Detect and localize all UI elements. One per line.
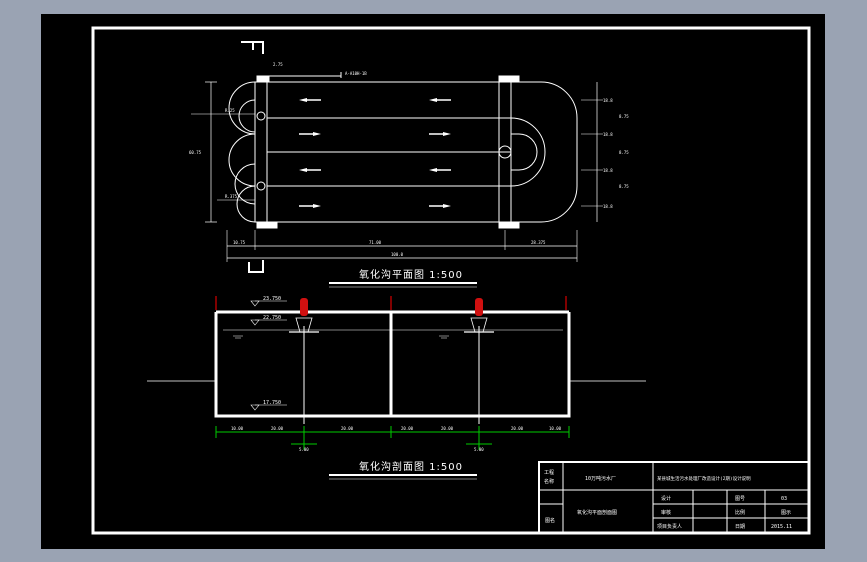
section-sub-dim-2: 5.00 (474, 447, 484, 452)
tb-role-label-2: 名称 (544, 478, 554, 485)
tb-row1-a: 设计 (661, 495, 671, 502)
section-view-title: 氧化沟剖面图 1:500 (359, 460, 463, 473)
section-level-bottom: 17.750 (263, 400, 281, 406)
corner-marker-bottom (248, 260, 264, 273)
tb-row2-b: 比例 (735, 509, 745, 516)
cad-drawing: 2.75 A-A10H-1B 18.8 18.8 18.8 18.8 8.75 … (91, 26, 811, 535)
plan-left-dim-1: R.25 (225, 108, 235, 113)
section-sub-dim-1: 5.00 (299, 447, 309, 452)
section-dim-6: 20.00 (511, 426, 524, 431)
section-dim-7: 10.00 (549, 426, 562, 431)
drawing-sheet: 2.75 A-A10H-1B 18.8 18.8 18.8 18.8 8.75 … (41, 14, 825, 549)
section-dim-4: 20.00 (401, 426, 414, 431)
tb-row3-a: 项目负责人 (657, 523, 682, 530)
tb-role-label-1: 工程 (544, 469, 554, 476)
corner-marker-top (241, 41, 264, 54)
plan-left-dim-3: 60.75 (189, 150, 202, 155)
plan-note-inlet: A-A10H-1B (345, 71, 367, 76)
section-level-top: 23.750 (263, 296, 281, 302)
plan-note-top: 2.75 (273, 62, 283, 67)
plan-bottom-total: 100.0 (391, 252, 404, 257)
section-view (147, 296, 646, 450)
tb-row1-c: 03 (781, 496, 787, 502)
plan-right-dim-1: 18.8 (603, 98, 613, 103)
plan-bottom-dim-1: 10.75 (233, 240, 246, 245)
plan-view-title: 氧化沟平面图 1:500 (359, 268, 463, 281)
tb-drawing-label: 图名 (545, 517, 555, 524)
title-block (538, 461, 810, 534)
plan-right-dim-b2: 8.75 (619, 150, 629, 155)
plan-bottom-dim-2: 71.00 (369, 240, 382, 245)
section-dim-3: 20.00 (341, 426, 354, 431)
tb-row3-b: 日期 (735, 524, 745, 530)
plan-bottom-dim-3: 28.375 (531, 240, 546, 245)
plan-right-dim-4: 18.8 (603, 204, 613, 209)
tb-company: 10万吨污水厂 (585, 475, 616, 482)
section-dim-5: 20.00 (441, 426, 454, 431)
tb-row2-c: 图示 (781, 510, 791, 516)
plan-right-dim-3: 18.8 (603, 168, 613, 173)
plan-right-dim-b1: 8.75 (619, 114, 629, 119)
section-level-water: 22.750 (263, 315, 281, 321)
tb-row3-c: 2015.11 (771, 524, 792, 530)
plan-left-dim-2: R.375 (225, 194, 238, 199)
plan-right-dim-b3: 8.75 (619, 184, 629, 189)
tb-drawing-name: 氧化沟平面剖面图 (577, 509, 617, 516)
tb-row1-b: 图号 (735, 496, 745, 502)
tb-project: 某县城生活污水处理厂改造设计(2期)设计说明 (657, 475, 751, 482)
section-dim-1: 10.00 (231, 426, 244, 431)
plan-right-dim-2: 18.8 (603, 132, 613, 137)
plan-view (191, 72, 603, 262)
tb-row2-a: 审核 (661, 509, 671, 516)
section-dim-2: 20.00 (271, 426, 284, 431)
